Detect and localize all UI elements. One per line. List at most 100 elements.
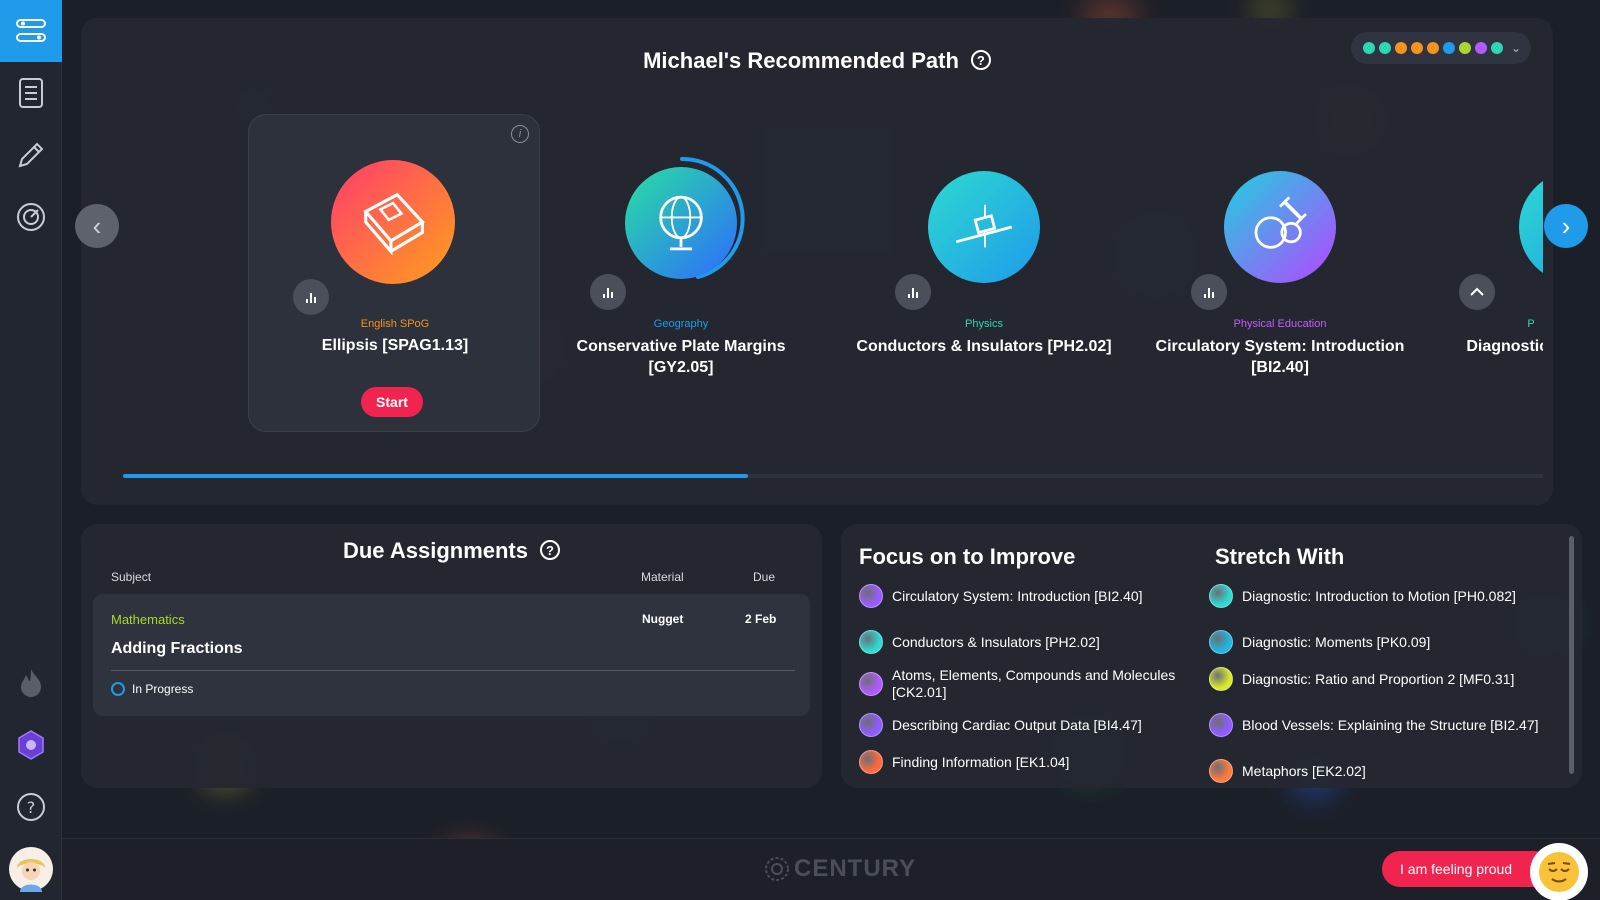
list-item[interactable]: Blood Vessels: Explaining the Structure … (1209, 713, 1539, 737)
nav-assignments[interactable] (0, 62, 62, 124)
relieved-face-icon (1539, 852, 1579, 892)
status-ring-icon (111, 682, 125, 696)
physics-icon (1519, 171, 1543, 283)
header-due: Due (753, 570, 776, 584)
path-card-partial[interactable]: P Diagnostic: Intr [PH (1411, 18, 1543, 418)
topic-icon (1209, 759, 1233, 783)
focus-title: Focus on to Improve (859, 544, 1076, 569)
list-item[interactable]: Conductors & Insulators [PH2.02] (859, 630, 1189, 654)
card-title: Ellipsis [SPAG1.13] (321, 337, 469, 354)
topic-icon (859, 713, 883, 737)
carousel-scrollbar[interactable] (123, 474, 1543, 478)
list-item[interactable]: Circulatory System: Introduction [BI2.40… (859, 584, 1189, 608)
list-item[interactable]: Describing Cardiac Output Data [BI4.47] (859, 713, 1189, 737)
recommended-path-panel: Michael's Recommended Path? ⌄ i English … (75, 18, 1588, 505)
card-title: Conservative Plate Margins [GY2.05] (576, 338, 786, 376)
rank-button[interactable] (590, 274, 626, 310)
century-logo-icon (765, 857, 789, 881)
due-assignments-title: Due Assignments? (81, 538, 822, 564)
path-icon (16, 19, 46, 42)
stretch-title: Stretch With (1215, 544, 1345, 569)
skip-icon (1470, 287, 1484, 296)
list-item[interactable]: Diagnostic: Ratio and Proportion 2 [MF0.… (1209, 667, 1539, 691)
nav-dashboard[interactable] (0, 186, 62, 248)
topic-icon (1209, 713, 1233, 737)
list-item-label: Describing Cardiac Output Data [BI4.47] (892, 716, 1142, 733)
divider (111, 670, 795, 671)
rank-icon (908, 288, 918, 298)
due-help-icon[interactable]: ? (540, 540, 560, 561)
pencil-icon (18, 142, 44, 168)
focus-stretch-panel: Focus on to Improve Stretch With Circula… (841, 524, 1582, 788)
list-item[interactable]: Metaphors [EK2.02] (1209, 759, 1539, 783)
path-title: Michael's Recommended Path? (81, 48, 1553, 74)
nav-help[interactable]: ? (0, 776, 62, 838)
list-item-label: Blood Vessels: Explaining the Structure … (1242, 716, 1539, 733)
rank-icon (603, 288, 613, 298)
chevron-left-icon: ‹ (92, 210, 102, 241)
rank-button[interactable] (293, 279, 329, 315)
subject-color-dot (1395, 42, 1407, 54)
assignment-title: Adding Fractions (111, 640, 243, 657)
nav-badges[interactable] (0, 714, 62, 776)
path-card-active[interactable]: i English SPoG Ellipsis [SPAG1.13] Start (248, 114, 540, 432)
badge-icon (18, 730, 44, 760)
card-title: Conductors & Insulators [PH2.02] (856, 338, 1112, 355)
list-item[interactable]: Atoms, Elements, Compounds and Molecules… (859, 667, 1189, 701)
card-subject: Physical Education (1233, 318, 1327, 330)
assignment-status: In Progress (111, 682, 193, 696)
nav-profile[interactable] (0, 838, 62, 900)
emoji-button[interactable] (1530, 843, 1588, 900)
card-title: Diagnostic: Intr [PH (1466, 338, 1543, 355)
list-item-label: Conductors & Insulators [PH2.02] (892, 633, 1100, 650)
card-title: Circulatory System: Introduction [BI2.40… (1155, 338, 1405, 376)
list-item-label: Diagnostic: Ratio and Proportion 2 [MF0.… (1242, 670, 1515, 687)
carousel-scrollbar-thumb[interactable] (123, 474, 748, 478)
list-item[interactable]: Diagnostic: Moments [PK0.09] (1209, 630, 1539, 654)
century-logo-text: CENTURY (794, 855, 917, 882)
topic-icon (859, 672, 883, 696)
nav-streak[interactable] (0, 652, 62, 714)
nav-recommended-path[interactable] (0, 0, 62, 62)
feeling-proud-label: I am feeling proud (1400, 861, 1513, 877)
card-subject: Geography (653, 318, 709, 330)
list-item-label: Diagnostic: Introduction to Motion [PH0.… (1242, 587, 1516, 604)
list-item-label: Finding Information [EK1.04] (892, 753, 1070, 770)
header-material: Material (641, 570, 684, 584)
info-icon[interactable]: i (511, 125, 529, 143)
topic-icon (859, 630, 883, 654)
assignment-subject: Mathematics (111, 612, 185, 627)
avatar-icon (9, 847, 53, 892)
path-help-icon[interactable]: ? (970, 50, 991, 71)
due-title-text: Due Assignments (342, 538, 528, 563)
sidebar: ? (0, 0, 62, 900)
panel-scrollbar[interactable] (1569, 536, 1574, 774)
topic-icon (1209, 667, 1233, 691)
chevron-right-icon: › (1561, 210, 1571, 241)
rank-icon (306, 293, 316, 303)
topic-icon (1209, 584, 1233, 608)
century-logo: CENTURY (764, 855, 916, 883)
sports-icon (1224, 171, 1336, 283)
assignment-due-date: 2 Feb (745, 612, 777, 626)
feeling-proud-button[interactable]: I am feeling proud (1382, 851, 1552, 887)
list-item[interactable]: Diagnostic: Introduction to Motion [PH0.… (1209, 584, 1539, 608)
rank-button[interactable] (895, 274, 931, 310)
subject-color-dot (1379, 42, 1391, 54)
topic-icon (859, 750, 883, 774)
dashboard-icon (17, 203, 45, 231)
list-item-label: Metaphors [EK2.02] (1242, 762, 1366, 779)
topic-icon (1209, 630, 1233, 654)
rank-button[interactable] (1459, 274, 1495, 310)
rank-button[interactable] (1191, 274, 1227, 310)
footer: CENTURY I am feeling proud (62, 838, 1600, 900)
carousel-prev-button[interactable]: ‹ (75, 204, 119, 248)
carousel-next-button[interactable]: › (1544, 204, 1588, 248)
list-item[interactable]: Finding Information [EK1.04] (859, 750, 1189, 774)
assignment-row[interactable]: Mathematics Nugget 2 Feb Adding Fraction… (93, 594, 810, 716)
start-button[interactable]: Start (361, 387, 423, 417)
card-subject: English SPoG (360, 318, 430, 330)
nav-practice[interactable] (0, 124, 62, 186)
book-icon (331, 160, 455, 284)
topic-icon (859, 584, 883, 608)
